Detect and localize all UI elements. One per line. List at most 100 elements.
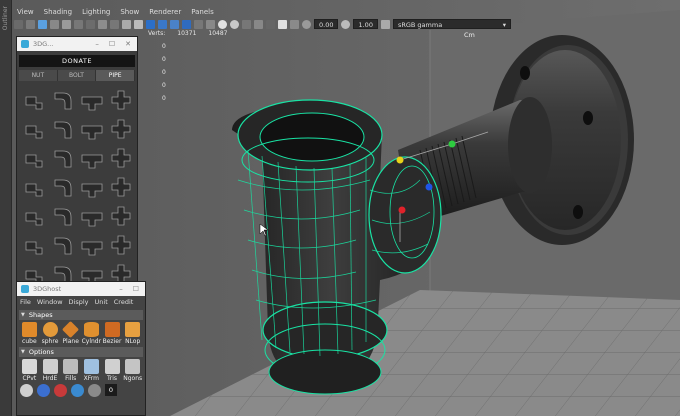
pipe-plug-button[interactable] — [106, 172, 135, 201]
pipe-elbow-short-button[interactable] — [48, 143, 77, 172]
grid-icon[interactable] — [62, 19, 71, 29]
menu-file[interactable]: File — [17, 298, 34, 306]
maximize-icon[interactable]: ☐ — [109, 40, 115, 48]
pipe-tee-button[interactable] — [77, 85, 106, 114]
xray-joints-icon[interactable] — [290, 19, 299, 29]
pipe-flange-button[interactable] — [19, 201, 48, 230]
pipe-cross-button[interactable] — [106, 85, 135, 114]
pipe-elbow-wide-button[interactable] — [19, 143, 48, 172]
counter-field[interactable]: 0 — [105, 384, 117, 396]
hud-value: 0 — [162, 43, 166, 50]
menu-window[interactable]: Window — [34, 298, 66, 306]
section-label: Shapes — [28, 311, 53, 319]
exposure-icon[interactable] — [302, 19, 311, 29]
pipe-cap-round-button[interactable] — [19, 230, 48, 259]
tool-label: Cylndr — [81, 338, 102, 345]
nloop-icon — [125, 322, 141, 337]
tab-pipe[interactable]: PIPE — [96, 70, 136, 81]
pipe-bend-button[interactable] — [48, 114, 77, 143]
app-logo-icon — [21, 285, 29, 293]
transform-icon[interactable] — [88, 384, 101, 397]
aa-icon[interactable] — [242, 19, 251, 29]
pipe-y-branch-button[interactable] — [106, 201, 135, 230]
display-icon[interactable] — [37, 384, 50, 397]
hud-verts-value2: 10487 — [208, 30, 228, 37]
maximize-icon[interactable]: ☐ — [133, 285, 139, 293]
fills-tool[interactable]: Fills — [60, 359, 81, 382]
color-space-select[interactable]: sRGB gamma ▾ — [392, 19, 511, 29]
plane-tool[interactable]: Plane — [60, 321, 81, 345]
pipe-elbow-45-button[interactable] — [19, 114, 48, 143]
cylinder-tool[interactable]: Cylndr — [81, 322, 102, 345]
ngons-tool[interactable]: Ngons — [122, 359, 143, 382]
cube-tool[interactable]: cube — [19, 322, 40, 345]
shapes-section-header[interactable]: ▼ Shapes — [19, 310, 143, 320]
donate-button[interactable]: DONATE — [19, 55, 135, 67]
color-management-icon[interactable] — [380, 19, 390, 29]
center-pivot-tool[interactable]: CPvt — [19, 359, 40, 382]
pipe-library-window: 3DG... – ☐ ✕ DONATE NUT BOLT PIPE — [16, 36, 138, 313]
tris-tool[interactable]: Tris — [102, 359, 123, 382]
pipe-wye-button[interactable] — [48, 172, 77, 201]
safe-title-icon[interactable] — [134, 19, 143, 29]
pipe-dome-button[interactable] — [48, 230, 77, 259]
window-titlebar[interactable]: 3DG... – ☐ ✕ — [17, 37, 137, 51]
minimize-icon[interactable]: – — [95, 40, 99, 48]
options-section-header[interactable]: ▼ Options — [19, 347, 143, 357]
gamma-field[interactable]: 1.00 — [353, 19, 378, 29]
outliner-label: Outliner — [2, 6, 9, 31]
film-gate-icon[interactable] — [74, 19, 83, 29]
settings-icon[interactable] — [20, 384, 33, 397]
xray-icon[interactable] — [278, 19, 287, 29]
pipe-nipple-button[interactable] — [77, 201, 106, 230]
freeze-transform-tool[interactable]: XFrm — [81, 359, 102, 382]
menu-unit[interactable]: Unit — [92, 298, 111, 306]
pipe-elbow-button[interactable] — [48, 85, 77, 114]
image-plane-icon[interactable] — [50, 19, 59, 29]
exposure-field[interactable]: 0.00 — [314, 19, 339, 29]
menu-display[interactable]: Disply — [66, 298, 92, 306]
gamma-icon[interactable] — [341, 19, 351, 29]
pipe-dome-icon — [54, 237, 71, 254]
safe-action-icon[interactable] — [122, 19, 131, 29]
pipe-fitting-button[interactable] — [19, 85, 48, 114]
isolate-icon[interactable] — [266, 19, 275, 29]
pipe-cap-round-icon — [25, 241, 42, 254]
pipe-chevron-button[interactable] — [106, 230, 135, 259]
minimize-icon[interactable]: – — [119, 285, 123, 293]
field-chart-icon[interactable] — [110, 19, 119, 29]
hud-value: 0 — [162, 95, 166, 102]
bookmark-icon[interactable] — [38, 19, 47, 29]
tab-bolt[interactable]: BOLT — [57, 70, 97, 81]
sphere-tool[interactable]: sphre — [40, 322, 61, 345]
camera-icon[interactable] — [14, 19, 23, 29]
pipe-coupling-button[interactable] — [77, 143, 106, 172]
motion-blur-icon[interactable] — [230, 19, 239, 29]
camera-attr-icon[interactable] — [26, 19, 35, 29]
dof-icon[interactable] — [254, 19, 263, 29]
hard-edge-tool[interactable]: HrdE — [40, 359, 61, 382]
bezier-tool[interactable]: Bezier — [102, 322, 123, 345]
option-tools: CPvt HrdE Fills XFrm Tris Ngons — [19, 359, 143, 382]
outliner-strip[interactable]: Outliner — [0, 0, 12, 416]
pipe-cap-button[interactable] — [106, 114, 135, 143]
pipe-sleeve-button[interactable] — [77, 230, 106, 259]
pipe-union-button[interactable] — [77, 172, 106, 201]
pipe-valve-button[interactable] — [48, 201, 77, 230]
extra-tools-row: 0 — [20, 384, 142, 397]
window-titlebar[interactable]: 3DGhost – ☐ — [17, 282, 145, 296]
gate-mask-icon[interactable] — [98, 19, 107, 29]
pipe-bend-long-button[interactable] — [19, 172, 48, 201]
history-icon[interactable] — [54, 384, 67, 397]
menu-credit[interactable]: Credit — [111, 298, 137, 306]
nloop-tool[interactable]: NLop — [122, 322, 143, 345]
lock-icon[interactable] — [71, 384, 84, 397]
pipe-reducer-button[interactable] — [106, 143, 135, 172]
tab-nut[interactable]: NUT — [19, 70, 58, 81]
resolution-gate-icon[interactable] — [86, 19, 95, 29]
pipe-tee-reducer-icon — [81, 125, 102, 139]
hud-value: 0 — [162, 69, 166, 76]
pipe-chevron-icon — [111, 235, 130, 254]
close-icon[interactable]: ✕ — [125, 40, 131, 48]
pipe-tee-reducer-button[interactable] — [77, 114, 106, 143]
